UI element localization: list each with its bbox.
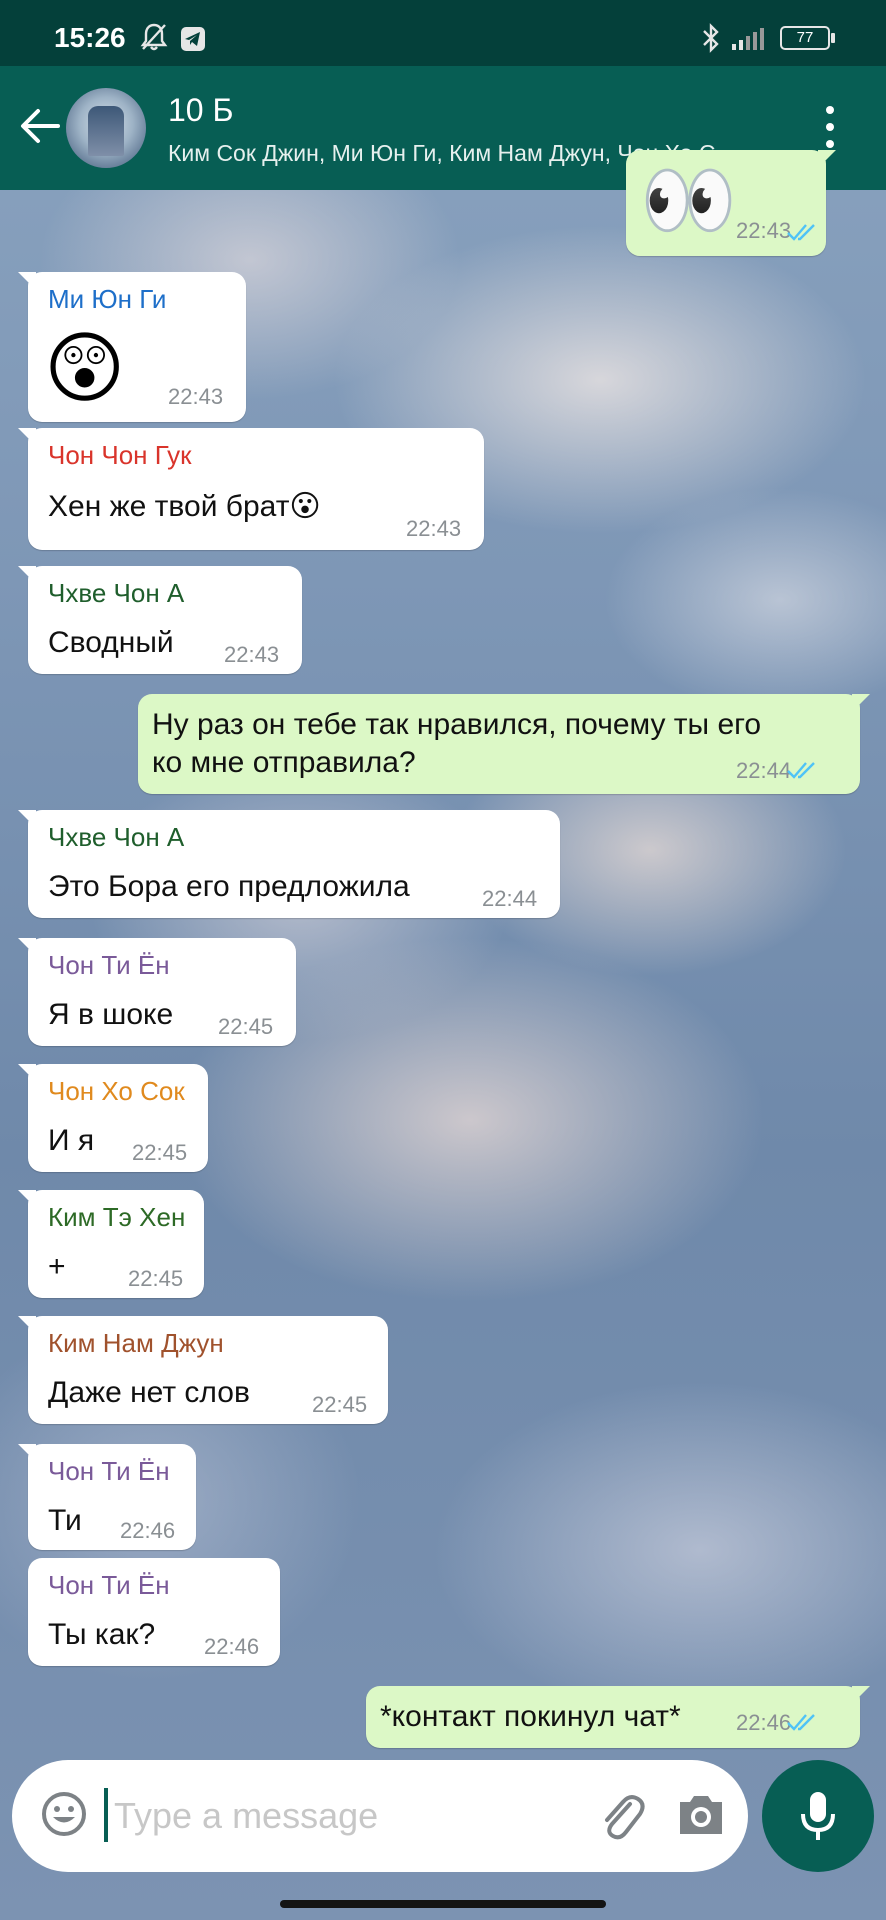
message-text: Это Бора его предложила [48, 870, 410, 903]
message-bubble-incoming[interactable]: Чхве Чон А Это Бора его предложила 22:44 [18, 810, 560, 918]
message-bubble-incoming[interactable]: Чхве Чон А Сводный 22:43 [18, 566, 302, 674]
status-bar: 15:26 77 [0, 0, 886, 66]
signal-icon [732, 28, 764, 50]
message-text: Ти [48, 1504, 82, 1537]
message-time: 22:43 [406, 516, 462, 541]
sender-name: Чон Чон Гук [48, 440, 192, 470]
message-bubble-incoming[interactable]: Ким Нам Джун Даже нет слов 22:45 [18, 1316, 388, 1424]
message-text: Хен же твой брат😮 [48, 490, 321, 523]
status-time: 15:26 [54, 22, 126, 53]
message-bubble-outgoing[interactable]: Ну раз он тебе так нравился, почему ты е… [138, 694, 870, 794]
message-bubble-incoming[interactable]: Ким Тэ Хен + 22:45 [18, 1190, 204, 1298]
message-text: Сводный [48, 626, 174, 659]
message-bubble-incoming[interactable]: Чон Ти Ён Ты как? 22:46 [28, 1558, 280, 1666]
message-time: 22:43 [736, 218, 792, 243]
message-composer [12, 1760, 748, 1872]
message-text-line-2: ко мне отправила? [152, 746, 416, 779]
battery-level: 77 [796, 29, 814, 46]
message-text: И я [48, 1124, 95, 1157]
message-time: 22:45 [312, 1392, 368, 1417]
attach-icon[interactable] [596, 1790, 646, 1842]
sender-name: Чон Ти Ён [48, 1456, 170, 1486]
group-avatar[interactable] [66, 88, 146, 168]
message-bubble-outgoing[interactable]: *контакт покинул чат* 22:46 [366, 1686, 870, 1748]
message-text: Ты как? [48, 1618, 156, 1651]
emoji-icon[interactable] [40, 1790, 88, 1838]
camera-icon[interactable] [676, 1790, 726, 1838]
message-time: 22:46 [120, 1518, 176, 1543]
message-text: Даже нет слов [48, 1376, 250, 1409]
sender-name: Ми Юн Ги [48, 284, 167, 314]
more-vert-icon[interactable] [822, 106, 838, 152]
message-bubble-incoming[interactable]: Чон Чон Гук Хен же твой брат😮 22:43 [18, 428, 484, 550]
message-text-line-1: Ну раз он тебе так нравился, почему ты е… [152, 708, 762, 741]
sender-name: Чон Хо Сок [48, 1076, 185, 1106]
message-time: 22:43 [224, 642, 280, 667]
message-time: 22:43 [168, 384, 224, 409]
message-bubble-incoming[interactable]: Чон Хо Сок И я 22:45 [18, 1064, 208, 1172]
message-text: *контакт покинул чат* [380, 1700, 681, 1733]
mic-button[interactable] [762, 1760, 874, 1872]
message-time: 22:45 [132, 1140, 188, 1165]
message-time: 22:45 [218, 1014, 274, 1039]
message-time: 22:45 [128, 1266, 184, 1291]
message-emoji: 👀 [640, 156, 738, 244]
sender-name: Ким Тэ Хен [48, 1202, 186, 1232]
text-cursor [104, 1788, 108, 1842]
back-arrow-icon[interactable] [18, 96, 62, 156]
home-indicator[interactable] [280, 1900, 606, 1908]
message-input[interactable] [112, 1784, 496, 1848]
message-bubble-outgoing[interactable]: 👀 22:43 [626, 150, 836, 256]
message-bubble-incoming[interactable]: Чон Ти Ён Я в шоке 22:45 [18, 938, 296, 1046]
message-time: 22:44 [482, 886, 538, 911]
sender-name: Чхве Чон А [48, 822, 185, 852]
message-text: Я в шоке [48, 998, 174, 1031]
double-check-icon [787, 762, 815, 779]
message-time: 22:46 [204, 1634, 260, 1659]
sender-name: Ким Нам Джун [48, 1328, 224, 1358]
message-text: + [48, 1250, 66, 1283]
double-check-icon [787, 224, 815, 241]
message-time: 22:44 [736, 758, 792, 783]
sender-name: Чон Ти Ён [48, 1570, 170, 1600]
message-bubble-incoming[interactable]: Чон Ти Ён Ти 22:46 [18, 1444, 196, 1550]
bluetooth-icon [703, 23, 719, 53]
telegram-icon [181, 27, 205, 51]
message-time: 22:46 [736, 1710, 792, 1735]
sender-name: Чхве Чон А [48, 578, 185, 608]
mute-bell-icon [140, 23, 168, 51]
mic-icon [801, 1792, 835, 1840]
message-emoji: 😲 [44, 324, 126, 412]
chat-title[interactable]: 10 Б [168, 92, 233, 129]
message-bubble-incoming[interactable]: Ми Юн Ги 😲 22:43 [18, 272, 246, 422]
battery-icon: 77 [780, 26, 835, 50]
double-check-icon [787, 1714, 815, 1731]
sender-name: Чон Ти Ён [48, 950, 170, 980]
